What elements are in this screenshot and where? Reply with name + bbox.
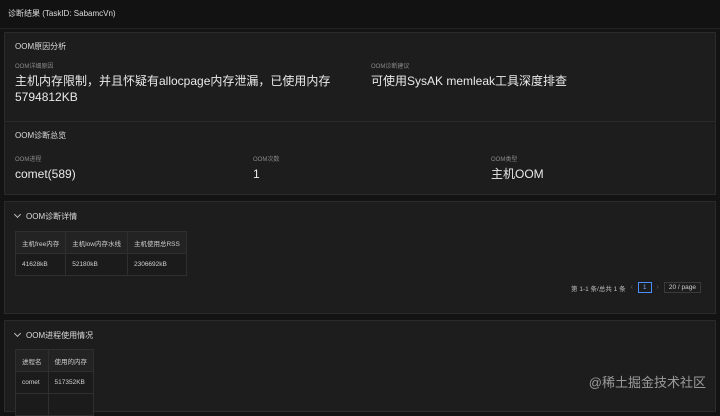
table-row: [15, 393, 94, 416]
page-size-select[interactable]: 20 / page: [663, 282, 701, 293]
result-title: 诊断结果 (TaskID: SabamcVn): [8, 9, 116, 18]
oom-count-value: 1: [253, 167, 260, 181]
suggestion-value: 可使用SysAK memleak工具深度排查: [371, 74, 568, 88]
cause-panel: OOM原因分析 OOM详细原因 主机内存限制，并且怀疑有allocpage内存泄…: [4, 32, 716, 122]
cause-panel-title: OOM原因分析: [15, 42, 67, 51]
result-header: 诊断结果 (TaskID: SabamcVn): [0, 0, 720, 29]
oom-type-label: OOM类型: [491, 157, 518, 163]
column-header: 主机free内存: [14, 231, 67, 254]
oom-process-value: comet(589): [15, 167, 76, 181]
pagination-summary: 第 1-1 条/总共 1 条: [571, 285, 626, 293]
table-cell: 517352KB: [47, 371, 94, 394]
pagination: 第 1-1 条/总共 1 条 ‹ 1 › 20 / page: [571, 282, 701, 293]
page-1-button[interactable]: 1: [637, 282, 652, 293]
table-row: comet 517352KB: [15, 371, 94, 394]
column-header: 主机low内存水线: [65, 231, 128, 254]
oom-process-label: OOM进程: [15, 157, 42, 163]
table-cell: [15, 393, 49, 416]
chevron-down-icon: [13, 210, 22, 219]
table-cell: 52180kB: [65, 253, 128, 276]
usage-panel: OOM进程使用情况 进程名 使用的内存 comet 517352KB: [4, 320, 716, 416]
table-header-row: 进程名 使用的内存: [15, 349, 94, 372]
detail-table: 主机free内存 主机low内存水线 主机使用总RSS 41628kB 5218…: [14, 231, 187, 276]
table-row: 41628kB 52180kB 2306692kB: [14, 253, 187, 276]
detail-panel-toggle[interactable]: OOM诊断详情: [13, 210, 78, 222]
overview-panel-title: OOM诊断总览: [15, 131, 67, 140]
detail-panel-title: OOM诊断详情: [26, 212, 78, 221]
chevron-down-icon: [13, 329, 22, 338]
oom-type-value: 主机OOM: [491, 167, 544, 181]
column-header: 主机使用总RSS: [126, 231, 187, 254]
next-page-button[interactable]: ›: [657, 284, 659, 291]
table-cell: comet: [15, 371, 49, 394]
usage-panel-toggle[interactable]: OOM进程使用情况: [13, 329, 94, 341]
table-header-row: 主机free内存 主机low内存水线 主机使用总RSS: [14, 231, 187, 254]
column-header: 使用的内存: [47, 349, 94, 372]
column-header: 进程名: [15, 349, 49, 372]
table-cell: 41628kB: [14, 253, 67, 276]
watermark: @稀土掘金技术社区: [588, 375, 706, 390]
table-cell: [47, 393, 94, 416]
prev-page-button[interactable]: ‹: [631, 284, 633, 291]
detail-reason-value: 主机内存限制，并且怀疑有allocpage内存泄漏，已使用内存5794812KB: [15, 74, 331, 104]
detail-reason-label: OOM详细原因: [15, 64, 54, 70]
oom-count-label: OOM次数: [253, 157, 280, 163]
usage-panel-title: OOM进程使用情况: [26, 331, 94, 340]
usage-table: 进程名 使用的内存 comet 517352KB: [15, 349, 94, 416]
detail-panel: OOM诊断详情 主机free内存 主机low内存水线 主机使用总RSS 4162…: [4, 201, 716, 314]
overview-panel: OOM诊断总览 OOM进程 comet(589) OOM次数 1 OOM类型 主…: [4, 121, 716, 195]
table-cell: 2306692kB: [126, 253, 187, 276]
suggestion-label: OOM诊断建议: [371, 64, 410, 70]
